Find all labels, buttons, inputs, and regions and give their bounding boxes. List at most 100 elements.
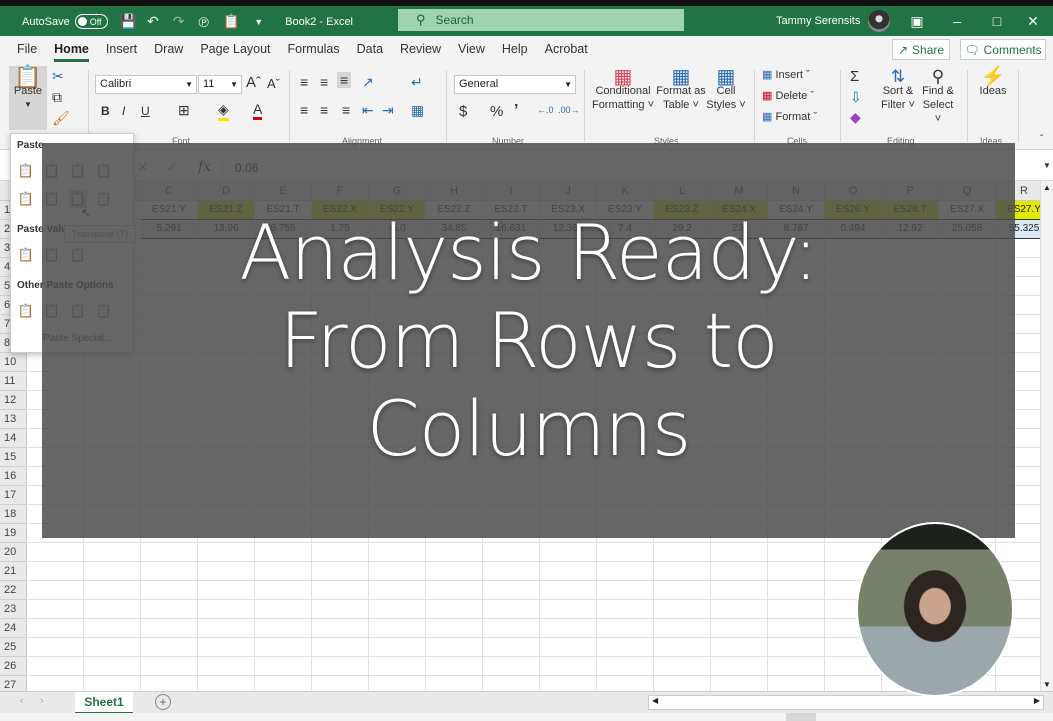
grid-cell[interactable] — [255, 657, 312, 676]
grid-cell[interactable] — [84, 600, 141, 619]
grid-cell[interactable] — [654, 657, 711, 676]
grid-cell[interactable] — [84, 638, 141, 657]
font-name-select[interactable]: Calibri ▼ — [95, 75, 197, 94]
grid-cell[interactable] — [312, 619, 369, 638]
tab-page-layout[interactable]: Page Layout — [200, 36, 270, 62]
number-format-select[interactable]: General ▼ — [454, 75, 576, 94]
row-header[interactable]: 18 — [0, 505, 27, 524]
grid-cell[interactable] — [198, 581, 255, 600]
grid-cell[interactable] — [141, 619, 198, 638]
tab-home[interactable]: Home — [54, 36, 89, 62]
tab-view[interactable]: View — [458, 36, 485, 62]
save-icon[interactable]: 💾 — [120, 13, 137, 30]
grid-cell[interactable] — [654, 600, 711, 619]
wrap-text-icon[interactable]: ↵ — [411, 74, 423, 91]
grid-cell[interactable] — [312, 676, 369, 691]
fill-color-icon[interactable]: ◈ — [218, 101, 229, 121]
row-header[interactable]: 17 — [0, 486, 27, 505]
paste-qa-icon[interactable]: 📋 — [223, 13, 240, 30]
grid-cell[interactable] — [483, 581, 540, 600]
format-as-table-button[interactable]: ▦ Format as Table ˅ — [656, 67, 706, 112]
share-button[interactable]: ↗ Share — [892, 39, 950, 60]
grid-cell[interactable] — [426, 676, 483, 691]
grid-cell[interactable] — [312, 657, 369, 676]
format-painter-icon[interactable]: 🖌 — [52, 110, 70, 127]
grid-cell[interactable] — [255, 619, 312, 638]
grid-cell[interactable] — [255, 676, 312, 691]
grid-cell[interactable] — [483, 600, 540, 619]
expand-formula-icon[interactable]: ▼ — [1043, 161, 1051, 170]
row-header[interactable]: 16 — [0, 467, 27, 486]
align-left-icon[interactable]: ≡ — [300, 102, 308, 118]
grid-cell[interactable] — [141, 600, 198, 619]
percent-button[interactable]: % — [490, 103, 503, 120]
comments-button[interactable]: 🗨 Comments — [960, 39, 1046, 60]
grid-cell[interactable] — [426, 600, 483, 619]
tab-review[interactable]: Review — [400, 36, 441, 62]
grid-cell[interactable] — [84, 619, 141, 638]
grid-cell[interactable] — [198, 638, 255, 657]
grid-cell[interactable] — [711, 600, 768, 619]
grid-cell[interactable] — [369, 562, 426, 581]
scroll-right-icon[interactable]: ▶ — [1034, 696, 1040, 705]
paste-formatting-icon[interactable]: 📋 — [17, 302, 35, 320]
autosum-icon[interactable]: Σ — [850, 68, 859, 85]
grid-cell[interactable] — [483, 619, 540, 638]
grid-cell[interactable] — [141, 543, 198, 562]
grid-cell[interactable] — [426, 562, 483, 581]
tab-file[interactable]: File — [17, 36, 37, 62]
clear-icon[interactable]: ◆ — [850, 109, 861, 126]
italic-button[interactable]: I — [122, 104, 125, 118]
grid-cell[interactable] — [369, 543, 426, 562]
grid-cell[interactable] — [255, 562, 312, 581]
paste-values-icon[interactable]: 📋 — [17, 246, 35, 264]
grid-cell[interactable] — [198, 543, 255, 562]
vertical-scrollbar[interactable]: ▲ ▼ — [1040, 181, 1053, 691]
cell-styles-button[interactable]: ▦ Cell Styles ˅ — [706, 67, 746, 112]
grid-cell[interactable] — [768, 676, 825, 691]
insert-cells-button[interactable]: ▦ Insert ˇ — [762, 68, 810, 82]
grid-cell[interactable] — [654, 676, 711, 691]
close-button[interactable]: ✕ — [1013, 6, 1053, 36]
grid-cell[interactable] — [312, 581, 369, 600]
row-header[interactable]: 21 — [0, 562, 27, 581]
grid-cell[interactable] — [28, 657, 84, 676]
find-select-button[interactable]: ⚲ Find & Select ˅ — [918, 68, 958, 126]
grid-cell[interactable] — [198, 600, 255, 619]
grid-cell[interactable] — [768, 600, 825, 619]
currency-button[interactable]: $ — [459, 103, 467, 120]
tab-formulas[interactable]: Formulas — [288, 36, 340, 62]
grid-cell[interactable] — [996, 676, 1040, 691]
grid-cell[interactable] — [540, 562, 597, 581]
ideas-button[interactable]: ⚡ Ideas — [975, 67, 1011, 98]
row-header[interactable]: 24 — [0, 619, 27, 638]
touch-mode-icon[interactable]: ℗ — [198, 14, 208, 30]
row-header[interactable]: 22 — [0, 581, 27, 600]
user-name[interactable]: Tammy Serensits — [776, 15, 860, 27]
grid-cell[interactable] — [84, 543, 141, 562]
grid-cell[interactable] — [426, 619, 483, 638]
grid-cell[interactable] — [768, 619, 825, 638]
row-header[interactable]: 19 — [0, 524, 27, 543]
grid-cell[interactable] — [654, 543, 711, 562]
orientation-icon[interactable]: ↗ — [362, 74, 374, 91]
avatar[interactable] — [868, 10, 891, 32]
scroll-left-icon[interactable]: ◀ — [652, 696, 658, 705]
grid-cell[interactable] — [28, 619, 84, 638]
grid-cell[interactable] — [84, 657, 141, 676]
redo-icon[interactable]: ↷ — [173, 13, 185, 30]
grid-cell[interactable] — [540, 619, 597, 638]
grid-cell[interactable] — [540, 676, 597, 691]
grid-cell[interactable] — [597, 600, 654, 619]
grid-cell[interactable] — [540, 600, 597, 619]
grid-cell[interactable] — [654, 562, 711, 581]
row-header[interactable]: 10 — [0, 353, 27, 372]
align-bottom-icon[interactable]: ≡ — [337, 72, 352, 88]
decrease-indent-icon[interactable]: ⇤ — [362, 102, 374, 119]
grid-cell[interactable] — [711, 562, 768, 581]
row-header[interactable]: 13 — [0, 410, 27, 429]
grid-cell[interactable] — [597, 581, 654, 600]
grid-cell[interactable] — [369, 657, 426, 676]
grid-cell[interactable] — [312, 543, 369, 562]
grid-cell[interactable] — [426, 581, 483, 600]
